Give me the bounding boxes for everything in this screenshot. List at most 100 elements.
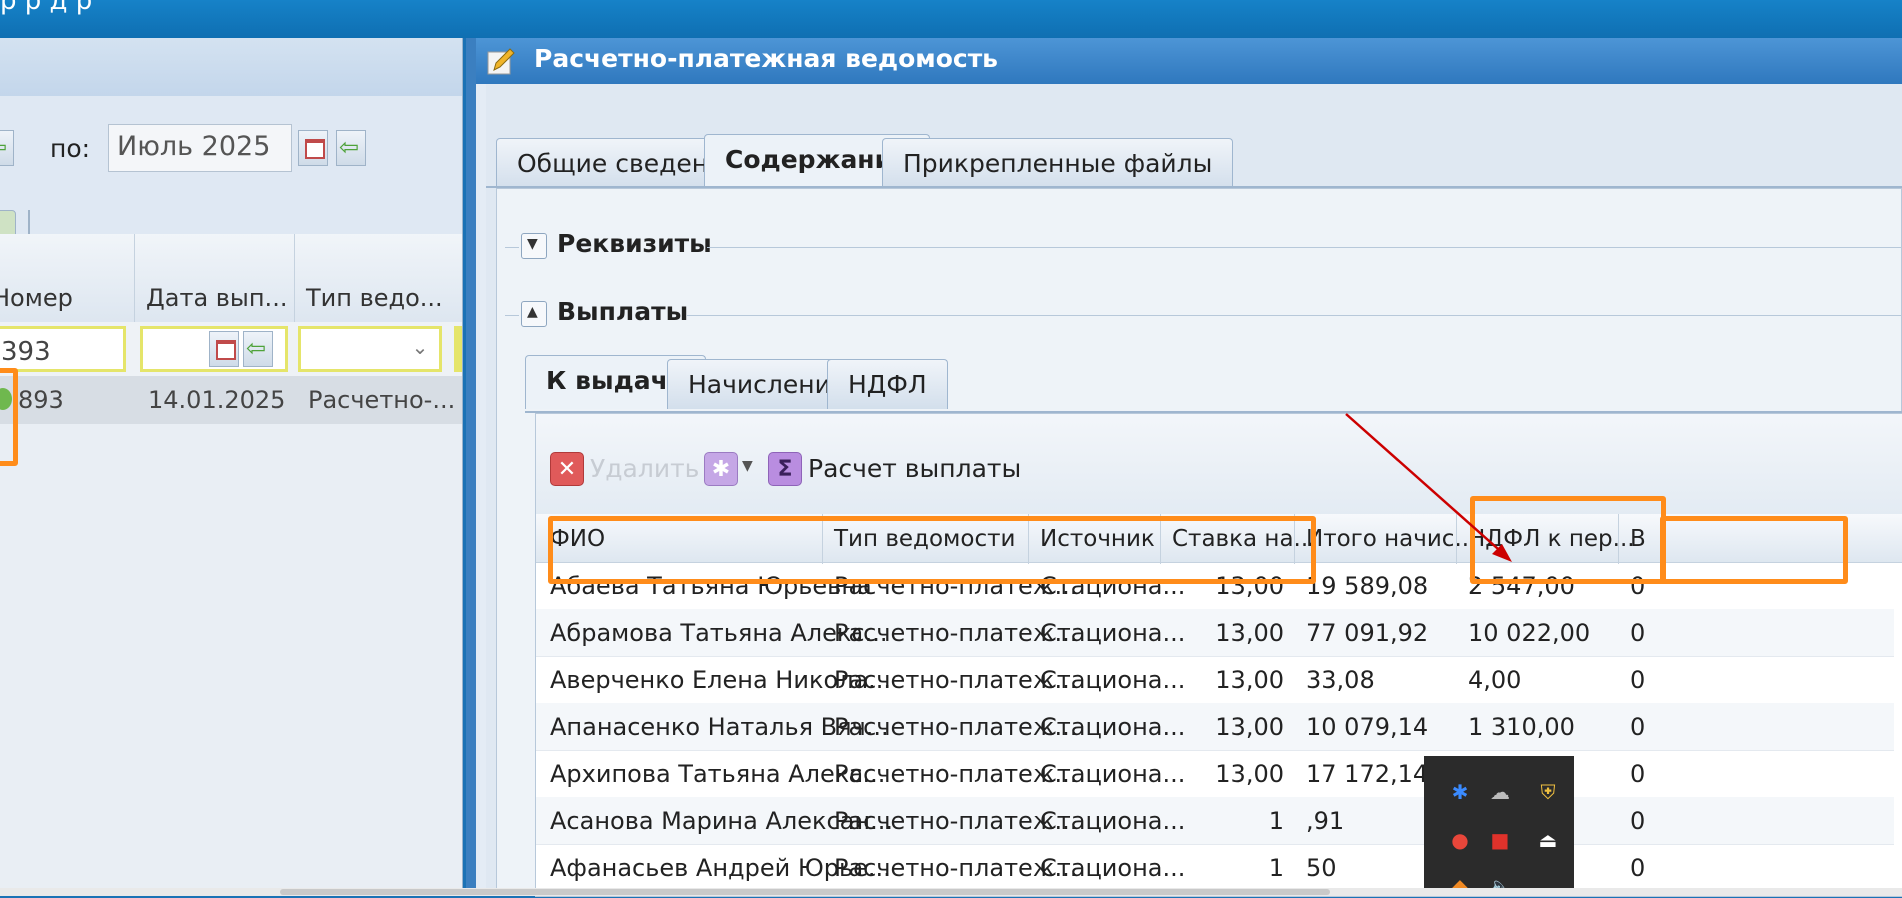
tab-ndfl[interactable]: НДФЛ (827, 359, 948, 409)
window-body: Общие сведения Содержание Прикрепленные … (486, 84, 1902, 897)
chevron-down-icon[interactable]: ▼ (742, 458, 753, 474)
table-cell: Стациона... (1040, 666, 1186, 694)
row-type: Расчетно-... (308, 386, 456, 414)
bluetooth-icon[interactable]: ✱ (1448, 780, 1472, 804)
payments-grid: ✕ Удалить ✱ ▼ Σ Расчет выплаты ФИО Тип в… (535, 413, 1902, 897)
calculate-payment-button[interactable]: Расчет выплаты (808, 454, 1021, 483)
column-separator (134, 234, 135, 322)
table-cell: 77 091,92 (1306, 619, 1429, 647)
table-cell: 50 (1306, 854, 1337, 882)
table-cell: 0 (1630, 619, 1646, 647)
app-red-icon[interactable]: ■ (1488, 828, 1512, 852)
table-row[interactable]: Асанова Марина Алексан... Расчетно-платеж… (536, 797, 1894, 845)
tab-attached-files[interactable]: Прикрепленные файлы (882, 138, 1234, 188)
table-cell: 10 022,00 (1468, 619, 1591, 647)
date-filter-input[interactable] (140, 326, 288, 372)
annotation-arrow-icon (1345, 413, 1512, 562)
usb-icon[interactable]: ⏏ (1536, 828, 1560, 852)
column-number[interactable]: Номер (0, 284, 73, 312)
type-filter-select[interactable]: ⌄ (298, 326, 442, 372)
table-cell: 0 (1630, 666, 1646, 694)
table-cell: 10 079,14 (1306, 713, 1429, 741)
left-panel: по: Июль 2025 Номер Дата вып... Тип ведо… (0, 38, 463, 896)
highlight-box-left (0, 368, 18, 466)
calendar-icon[interactable] (209, 331, 239, 367)
table-row[interactable]: Абрамова Татьяна Алекс... Расчетно-платеж… (536, 609, 1894, 657)
column-type[interactable]: Тип ведо... (306, 284, 443, 312)
fieldset-line (505, 315, 519, 316)
table-cell: ,91 (1306, 807, 1345, 835)
table-cell: 13,00 (1215, 666, 1284, 694)
reset-arrow-icon[interactable] (243, 331, 273, 367)
left-grid-row[interactable]: 893 14.01.2025 Расчетно-... (0, 376, 462, 424)
chevron-down-icon: ▼ (527, 236, 538, 252)
chevron-down-icon[interactable]: ⌄ (403, 335, 437, 365)
table-row[interactable]: Архипова Татьяна Алекс... Расчетно-платеж… (536, 750, 1894, 798)
left-panel-header (0, 38, 462, 97)
horizontal-scrollbar-thumb[interactable] (280, 889, 1330, 895)
left-grid-header: Номер Дата вып... Тип ведо... (0, 234, 462, 323)
row-number: 893 (18, 386, 64, 414)
highlight-box-ndfl (1660, 516, 1848, 584)
table-cell: 0 (1630, 854, 1646, 882)
table-cell: Стациона... (1040, 760, 1186, 788)
table-cell: 19 589,08 (1306, 572, 1429, 600)
table-row[interactable]: Афанасьев Андрей Юрье... Расчетно-платеж.… (536, 844, 1894, 892)
period-filter: по: Июль 2025 (0, 96, 462, 201)
settings-icon[interactable]: ✱ (704, 452, 738, 486)
grid-rows: Абаева Татьяна Юрьевна Расчетно-платеж...… (536, 562, 1902, 896)
top-banner: р р д р (0, 0, 1902, 38)
table-cell: Стациона... (1040, 619, 1186, 647)
period-from-arrow-button[interactable] (0, 130, 14, 166)
payments-legend[interactable]: Выплаты (557, 297, 688, 326)
table-cell: 1 (1268, 807, 1284, 835)
table-cell: 4,00 (1468, 666, 1522, 694)
requisites-legend[interactable]: Реквизиты (557, 229, 712, 258)
number-filter-value: 393 (1, 337, 51, 367)
period-to-input[interactable]: Июль 2025 (108, 124, 292, 172)
collapse-payments-button[interactable]: ▲ (521, 301, 547, 327)
fieldset-line (505, 247, 519, 248)
delete-button[interactable]: Удалить (590, 454, 699, 483)
window-title: Расчетно-платежная ведомость (534, 44, 998, 73)
banner-text: р р д р (0, 0, 93, 16)
table-row[interactable]: Аверченко Елена Никола... Расчетно-платеж… (536, 656, 1894, 704)
number-filter-input[interactable]: 393 (0, 326, 126, 372)
table-cell: 0 (1630, 760, 1646, 788)
cloud-icon[interactable]: ☁ (1488, 780, 1512, 804)
table-cell: Стациона... (1040, 854, 1186, 882)
fieldset-line (687, 315, 1902, 316)
column-separator (294, 234, 295, 322)
table-cell: Стациона... (1040, 807, 1186, 835)
table-cell: 13,00 (1215, 619, 1284, 647)
calendar-icon[interactable] (298, 130, 328, 166)
reset-arrow-icon[interactable] (336, 130, 366, 166)
highlight-box-row (548, 516, 1316, 584)
table-cell: 0 (1630, 807, 1646, 835)
pencil-icon (487, 48, 515, 75)
grid-toolbar: ✕ Удалить ✱ ▼ Σ Расчет выплаты (536, 414, 1902, 514)
window-title-bar[interactable]: Расчетно-платежная ведомость (476, 38, 1902, 84)
payroll-window: Расчетно-платежная ведомость Общие сведе… (466, 38, 1902, 897)
shield-icon[interactable]: ⛨ (1536, 780, 1560, 804)
next-filter-edge (454, 326, 462, 372)
row-date: 14.01.2025 (148, 386, 286, 414)
chevron-up-icon: ▲ (527, 304, 538, 320)
table-cell: 1 310,00 (1468, 713, 1575, 741)
expand-requisites-button[interactable]: ▼ (521, 233, 547, 259)
table-cell: 17 172,14 (1306, 760, 1429, 788)
table-cell: 1 (1268, 854, 1284, 882)
period-to-label: по: (50, 134, 91, 163)
table-cell: Стациона... (1040, 713, 1186, 741)
system-tray-popup: ✱ ☁ ⛨ ● ■ ⏏ ◆ 🔈 (1424, 756, 1574, 898)
column-date[interactable]: Дата вып... (146, 284, 287, 312)
fieldset-line (707, 247, 1902, 248)
left-grid-filter-row: 393 ⌄ (0, 322, 462, 376)
table-cell: 33,08 (1306, 666, 1375, 694)
delete-icon[interactable]: ✕ (550, 452, 584, 486)
table-cell: 13,00 (1215, 713, 1284, 741)
chrome-icon[interactable]: ● (1448, 828, 1472, 852)
table-row[interactable]: Апанасенко Наталья Вяч... Расчетно-платеж… (536, 703, 1894, 751)
sigma-icon[interactable]: Σ (768, 452, 802, 486)
table-cell: 0 (1630, 713, 1646, 741)
